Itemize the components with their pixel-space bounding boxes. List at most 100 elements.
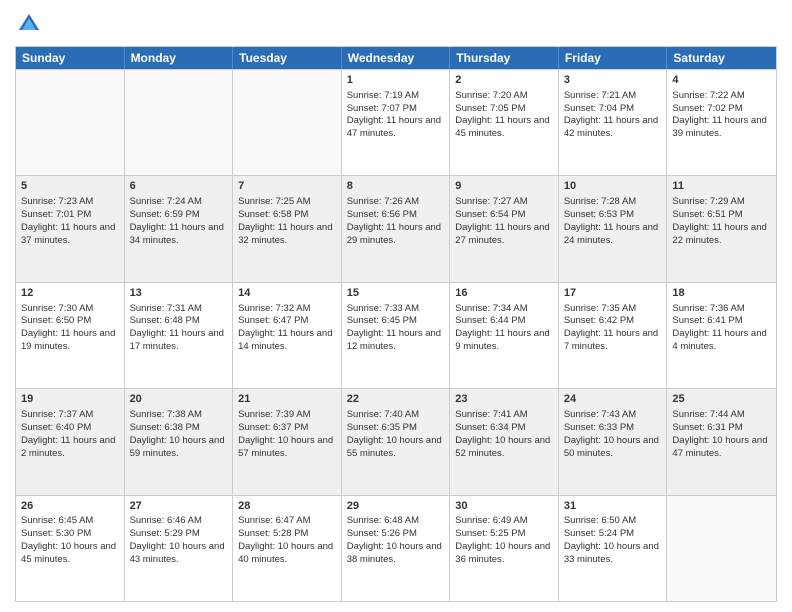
calendar-cell-24: 24 Sunrise: 7:43 AM Sunset: 6:33 PM Dayl… — [559, 389, 668, 494]
sunset-label: Sunset: 6:59 PM — [130, 209, 200, 220]
daylight-label: Daylight: 11 hours and 14 minutes. — [238, 328, 332, 352]
sunset-label: Sunset: 6:53 PM — [564, 209, 634, 220]
sunset-label: Sunset: 6:47 PM — [238, 315, 308, 326]
day-number: 8 — [347, 179, 445, 194]
daylight-label: Daylight: 11 hours and 45 minutes. — [455, 115, 549, 139]
day-header-monday: Monday — [125, 47, 234, 69]
day-header-tuesday: Tuesday — [233, 47, 342, 69]
calendar-cell-19: 19 Sunrise: 7:37 AM Sunset: 6:40 PM Dayl… — [16, 389, 125, 494]
sunrise-label: Sunrise: 7:39 AM — [238, 409, 310, 420]
week-row-4: 19 Sunrise: 7:37 AM Sunset: 6:40 PM Dayl… — [16, 388, 776, 494]
day-number: 26 — [21, 499, 119, 514]
day-number: 4 — [672, 73, 771, 88]
calendar-cell-18: 18 Sunrise: 7:36 AM Sunset: 6:41 PM Dayl… — [667, 283, 776, 388]
daylight-label: Daylight: 11 hours and 34 minutes. — [130, 222, 224, 246]
calendar-cell-23: 23 Sunrise: 7:41 AM Sunset: 6:34 PM Dayl… — [450, 389, 559, 494]
sunset-label: Sunset: 7:05 PM — [455, 103, 525, 114]
calendar-cell-16: 16 Sunrise: 7:34 AM Sunset: 6:44 PM Dayl… — [450, 283, 559, 388]
sunset-label: Sunset: 6:54 PM — [455, 209, 525, 220]
sunset-label: Sunset: 5:28 PM — [238, 528, 308, 539]
day-number: 30 — [455, 499, 553, 514]
calendar-cell-10: 10 Sunrise: 7:28 AM Sunset: 6:53 PM Dayl… — [559, 176, 668, 281]
day-number: 11 — [672, 179, 771, 194]
daylight-label: Daylight: 11 hours and 47 minutes. — [347, 115, 441, 139]
sunrise-label: Sunrise: 7:28 AM — [564, 196, 636, 207]
sunrise-label: Sunrise: 7:24 AM — [130, 196, 202, 207]
day-number: 3 — [564, 73, 662, 88]
sunrise-label: Sunrise: 7:20 AM — [455, 90, 527, 101]
daylight-label: Daylight: 10 hours and 33 minutes. — [564, 541, 659, 565]
daylight-label: Daylight: 11 hours and 7 minutes. — [564, 328, 658, 352]
calendar-cell-empty-0 — [16, 70, 125, 175]
daylight-label: Daylight: 11 hours and 17 minutes. — [130, 328, 224, 352]
sunrise-label: Sunrise: 6:49 AM — [455, 515, 527, 526]
week-row-1: 1 Sunrise: 7:19 AM Sunset: 7:07 PM Dayli… — [16, 69, 776, 175]
calendar-cell-21: 21 Sunrise: 7:39 AM Sunset: 6:37 PM Dayl… — [233, 389, 342, 494]
sunrise-label: Sunrise: 7:27 AM — [455, 196, 527, 207]
sunrise-label: Sunrise: 7:23 AM — [21, 196, 93, 207]
sunrise-label: Sunrise: 6:50 AM — [564, 515, 636, 526]
calendar-cell-3: 3 Sunrise: 7:21 AM Sunset: 7:04 PM Dayli… — [559, 70, 668, 175]
sunset-label: Sunset: 6:58 PM — [238, 209, 308, 220]
sunrise-label: Sunrise: 7:37 AM — [21, 409, 93, 420]
sunset-label: Sunset: 6:41 PM — [672, 315, 742, 326]
daylight-label: Daylight: 11 hours and 39 minutes. — [672, 115, 766, 139]
calendar-cell-empty-2 — [233, 70, 342, 175]
daylight-label: Daylight: 10 hours and 47 minutes. — [672, 435, 767, 459]
sunset-label: Sunset: 5:30 PM — [21, 528, 91, 539]
calendar-cell-20: 20 Sunrise: 7:38 AM Sunset: 6:38 PM Dayl… — [125, 389, 234, 494]
logo-icon — [15, 10, 43, 38]
day-number: 12 — [21, 286, 119, 301]
daylight-label: Daylight: 11 hours and 22 minutes. — [672, 222, 766, 246]
day-number: 19 — [21, 392, 119, 407]
daylight-label: Daylight: 10 hours and 43 minutes. — [130, 541, 225, 565]
sunrise-label: Sunrise: 7:35 AM — [564, 303, 636, 314]
daylight-label: Daylight: 11 hours and 4 minutes. — [672, 328, 766, 352]
daylight-label: Daylight: 11 hours and 12 minutes. — [347, 328, 441, 352]
day-number: 18 — [672, 286, 771, 301]
calendar-cell-28: 28 Sunrise: 6:47 AM Sunset: 5:28 PM Dayl… — [233, 496, 342, 601]
day-number: 22 — [347, 392, 445, 407]
calendar-cell-27: 27 Sunrise: 6:46 AM Sunset: 5:29 PM Dayl… — [125, 496, 234, 601]
day-header-sunday: Sunday — [16, 47, 125, 69]
calendar-cell-11: 11 Sunrise: 7:29 AM Sunset: 6:51 PM Dayl… — [667, 176, 776, 281]
day-number: 21 — [238, 392, 336, 407]
calendar-cell-25: 25 Sunrise: 7:44 AM Sunset: 6:31 PM Dayl… — [667, 389, 776, 494]
sunset-label: Sunset: 6:37 PM — [238, 422, 308, 433]
sunset-label: Sunset: 5:25 PM — [455, 528, 525, 539]
daylight-label: Daylight: 10 hours and 50 minutes. — [564, 435, 659, 459]
day-number: 23 — [455, 392, 553, 407]
sunset-label: Sunset: 6:45 PM — [347, 315, 417, 326]
daylight-label: Daylight: 10 hours and 59 minutes. — [130, 435, 225, 459]
logo — [15, 10, 47, 38]
daylight-label: Daylight: 11 hours and 24 minutes. — [564, 222, 658, 246]
daylight-label: Daylight: 11 hours and 19 minutes. — [21, 328, 115, 352]
sunrise-label: Sunrise: 7:25 AM — [238, 196, 310, 207]
day-number: 10 — [564, 179, 662, 194]
sunrise-label: Sunrise: 7:21 AM — [564, 90, 636, 101]
sunrise-label: Sunrise: 7:38 AM — [130, 409, 202, 420]
sunset-label: Sunset: 7:01 PM — [21, 209, 91, 220]
calendar-header-row: SundayMondayTuesdayWednesdayThursdayFrid… — [16, 47, 776, 69]
day-number: 15 — [347, 286, 445, 301]
day-number: 6 — [130, 179, 228, 194]
calendar-cell-13: 13 Sunrise: 7:31 AM Sunset: 6:48 PM Dayl… — [125, 283, 234, 388]
day-number: 28 — [238, 499, 336, 514]
sunrise-label: Sunrise: 7:22 AM — [672, 90, 744, 101]
calendar-cell-22: 22 Sunrise: 7:40 AM Sunset: 6:35 PM Dayl… — [342, 389, 451, 494]
sunset-label: Sunset: 6:56 PM — [347, 209, 417, 220]
sunrise-label: Sunrise: 7:41 AM — [455, 409, 527, 420]
sunset-label: Sunset: 5:26 PM — [347, 528, 417, 539]
sunset-label: Sunset: 6:48 PM — [130, 315, 200, 326]
day-header-wednesday: Wednesday — [342, 47, 451, 69]
sunset-label: Sunset: 6:38 PM — [130, 422, 200, 433]
daylight-label: Daylight: 10 hours and 45 minutes. — [21, 541, 116, 565]
sunrise-label: Sunrise: 7:19 AM — [347, 90, 419, 101]
sunset-label: Sunset: 6:42 PM — [564, 315, 634, 326]
day-number: 9 — [455, 179, 553, 194]
day-number: 2 — [455, 73, 553, 88]
sunrise-label: Sunrise: 7:26 AM — [347, 196, 419, 207]
sunrise-label: Sunrise: 6:46 AM — [130, 515, 202, 526]
daylight-label: Daylight: 11 hours and 32 minutes. — [238, 222, 332, 246]
day-number: 27 — [130, 499, 228, 514]
